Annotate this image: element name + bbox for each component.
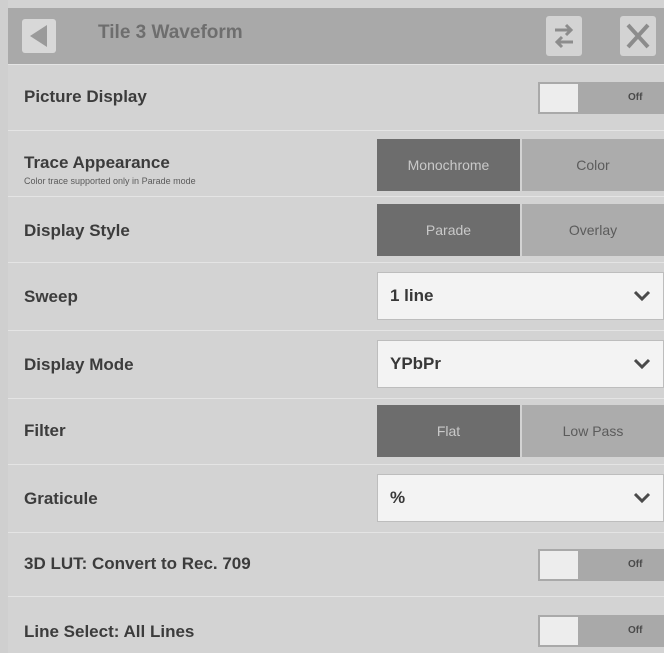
style-parade-button[interactable]: Parade bbox=[377, 204, 520, 256]
row-sweep: Sweep 1 line bbox=[8, 262, 664, 331]
row-3d-lut: 3D LUT: Convert to Rec. 709 Off bbox=[8, 532, 664, 597]
lut-toggle[interactable]: Off bbox=[538, 549, 664, 581]
graticule-value: % bbox=[390, 488, 406, 507]
sweep-select[interactable]: 1 line bbox=[377, 272, 664, 320]
toggle-knob bbox=[540, 84, 578, 112]
display-mode-value: YPbPr bbox=[390, 354, 442, 373]
back-button[interactable] bbox=[22, 19, 56, 53]
close-x-icon bbox=[626, 23, 650, 49]
toggle-state: Off bbox=[628, 625, 643, 636]
panel-header: Tile 3 Waveform bbox=[8, 8, 664, 64]
display-style-label: Display Style bbox=[24, 221, 130, 240]
display-mode-label: Display Mode bbox=[24, 355, 134, 374]
trace-appearance-label: Trace Appearance bbox=[24, 153, 170, 172]
sweep-value: 1 line bbox=[390, 286, 434, 305]
graticule-select[interactable]: % bbox=[377, 474, 664, 522]
swap-button[interactable] bbox=[546, 16, 582, 56]
settings-panel: Tile 3 Waveform Picture Display Off Trac… bbox=[8, 0, 664, 653]
picture-display-toggle[interactable]: Off bbox=[538, 82, 664, 114]
sweep-label: Sweep bbox=[24, 287, 78, 306]
row-trace-appearance: Trace Appearance Color trace supported o… bbox=[8, 130, 664, 197]
row-filter: Filter Flat Low Pass bbox=[8, 398, 664, 465]
picture-display-label: Picture Display bbox=[24, 87, 147, 106]
row-graticule: Graticule % bbox=[8, 464, 664, 533]
line-select-toggle[interactable]: Off bbox=[538, 615, 664, 647]
row-line-select: Line Select: All Lines Off bbox=[8, 596, 664, 653]
chevron-down-icon bbox=[633, 290, 651, 302]
row-picture-display: Picture Display Off bbox=[8, 64, 664, 131]
style-overlay-button[interactable]: Overlay bbox=[522, 204, 664, 256]
row-display-style: Display Style Parade Overlay bbox=[8, 196, 664, 263]
close-button[interactable] bbox=[620, 16, 656, 56]
filter-label: Filter bbox=[24, 421, 66, 440]
trace-monochrome-button[interactable]: Monochrome bbox=[377, 139, 520, 191]
display-mode-select[interactable]: YPbPr bbox=[377, 340, 664, 388]
toggle-knob bbox=[540, 551, 578, 579]
toggle-state: Off bbox=[628, 559, 643, 570]
chevron-down-icon bbox=[633, 358, 651, 370]
row-display-mode: Display Mode YPbPr bbox=[8, 330, 664, 399]
graticule-label: Graticule bbox=[24, 489, 98, 508]
back-triangle-icon bbox=[30, 25, 47, 47]
trace-color-button[interactable]: Color bbox=[522, 139, 664, 191]
filter-low-pass-button[interactable]: Low Pass bbox=[522, 405, 664, 457]
toggle-knob bbox=[540, 617, 578, 645]
toggle-state: Off bbox=[628, 92, 643, 103]
swap-arrows-icon bbox=[554, 23, 574, 49]
line-select-label: Line Select: All Lines bbox=[24, 622, 195, 641]
page-title: Tile 3 Waveform bbox=[98, 22, 243, 43]
trace-appearance-note: Color trace supported only in Parade mod… bbox=[24, 176, 196, 186]
chevron-down-icon bbox=[633, 492, 651, 504]
lut-label: 3D LUT: Convert to Rec. 709 bbox=[24, 554, 251, 573]
filter-flat-button[interactable]: Flat bbox=[377, 405, 520, 457]
